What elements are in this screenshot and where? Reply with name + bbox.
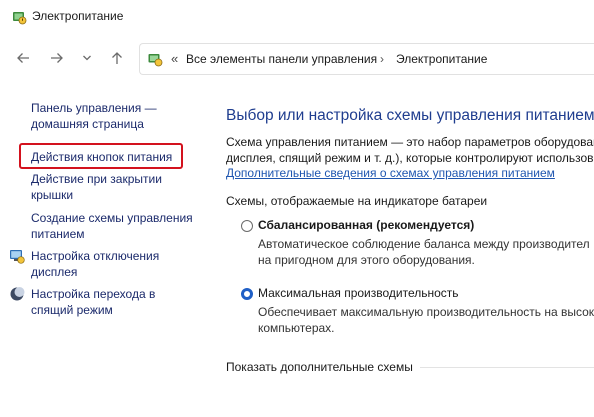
schemes-section-header: Схемы, отображаемые на индикаторе батаре… <box>226 194 488 208</box>
sidebar-item-sleep-settings[interactable]: Настройка перехода в спящий режим <box>31 286 155 318</box>
title-bar: Электропитание <box>0 0 594 34</box>
arrow-up-icon <box>112 52 122 64</box>
plan-high-performance-label[interactable]: Максимальная производительность <box>258 285 459 301</box>
plan-balanced-desc-1: Автоматическое соблюдение баланса между … <box>258 237 590 251</box>
section-divider <box>420 367 594 368</box>
breadcrumb-chevron[interactable]: › <box>380 52 384 66</box>
sidebar-item-label: Действие при закрытии <box>31 172 162 186</box>
sidebar-item-label: Действия кнопок питания <box>31 150 173 164</box>
sidebar-item-label: Создание схемы управления <box>31 211 193 225</box>
more-info-link[interactable]: Дополнительные сведения о схемах управле… <box>226 165 555 181</box>
plan-high-performance-desc-1: Обеспечивает максимальную производительн… <box>258 305 594 319</box>
sidebar-item-label: Настройка перехода в <box>31 287 156 301</box>
arrow-right-icon <box>51 53 63 63</box>
sidebar-item-label: домашняя страница <box>31 117 144 131</box>
sidebar-item-create-plan[interactable]: Создание схемы управления питанием <box>31 210 193 242</box>
page-title: Выбор или настройка схемы управления пит… <box>226 107 594 124</box>
description-line-1: Схема управления питанием — это набор па… <box>226 135 594 149</box>
sidebar-item-label: крышки <box>31 188 74 202</box>
breadcrumb-overflow[interactable]: « <box>171 51 178 66</box>
display-power-icon <box>10 250 25 264</box>
back-button[interactable] <box>13 48 33 68</box>
arrow-left-icon <box>17 53 29 63</box>
radio-high-performance[interactable] <box>241 288 253 300</box>
plan-balanced-desc-2: на пригодном для этого оборудования. <box>258 253 475 267</box>
window-title: Электропитание <box>32 9 124 23</box>
radio-balanced[interactable] <box>241 220 253 232</box>
forward-button[interactable] <box>47 48 67 68</box>
plan-high-performance-desc-2: компьютерах. <box>258 321 335 335</box>
breadcrumb-power-options[interactable]: Электропитание <box>396 52 487 66</box>
sidebar-item-power-buttons[interactable]: Действия кнопок питания <box>31 149 172 165</box>
sidebar-item-lid-close[interactable]: Действие при закрытии крышки <box>31 171 162 203</box>
breadcrumb-all-control-panel-items[interactable]: Все элементы панели управления <box>186 52 377 66</box>
description-line-2: дисплея, спящий режим и т. д.), которые … <box>226 151 594 165</box>
up-button[interactable] <box>107 48 127 68</box>
address-bar[interactable]: « Все элементы панели управления › Элект… <box>139 43 594 75</box>
sidebar-item-control-panel-home[interactable]: Панель управления — домашняя страница <box>31 100 157 132</box>
chevron-down-icon <box>83 55 91 61</box>
sidebar-item-display-off[interactable]: Настройка отключения дисплея <box>31 248 159 280</box>
sidebar-item-label: Настройка отключения <box>31 249 160 263</box>
sidebar-item-label: питанием <box>31 227 85 241</box>
control-panel-icon <box>148 54 163 67</box>
sleep-moon-icon <box>10 287 25 301</box>
sidebar-item-label: Панель управления — <box>31 101 157 115</box>
plan-balanced-label[interactable]: Сбалансированная (рекомендуется) <box>258 217 474 233</box>
power-options-icon <box>13 12 27 25</box>
sidebar-item-label: спящий режим <box>31 303 113 317</box>
show-more-plans-toggle[interactable]: Показать дополнительные схемы <box>226 359 413 375</box>
sidebar-item-label: дисплея <box>31 265 78 279</box>
recent-locations-button[interactable] <box>77 48 97 68</box>
